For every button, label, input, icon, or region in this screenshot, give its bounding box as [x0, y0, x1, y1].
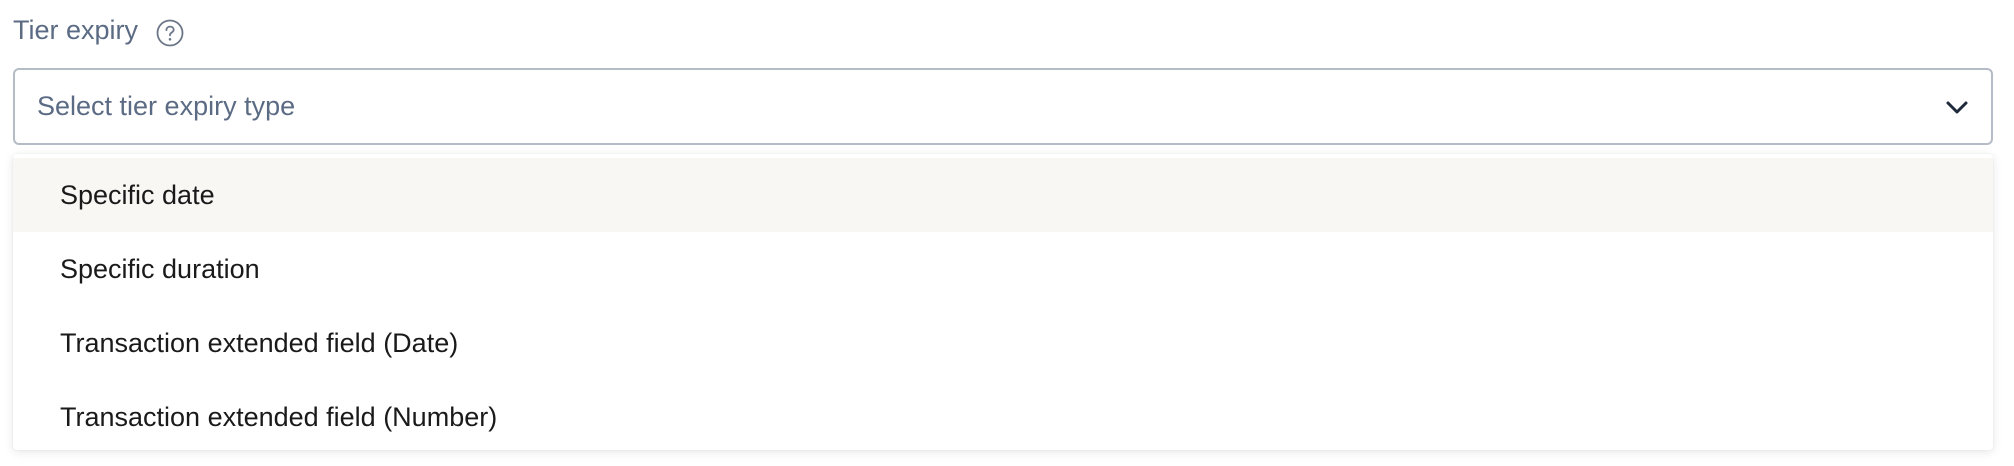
dropdown-menu: Specific date Specific duration Transact… [13, 154, 1993, 450]
option-transaction-extended-field-date[interactable]: Transaction extended field (Date) [13, 306, 1993, 380]
tier-expiry-field: Tier expiry Select tier expiry type Spec… [0, 0, 2014, 466]
option-specific-duration[interactable]: Specific duration [13, 232, 1993, 306]
option-label: Specific date [60, 179, 215, 210]
option-label: Transaction extended field (Date) [60, 327, 459, 358]
option-label: Specific duration [60, 253, 260, 284]
option-transaction-extended-field-number[interactable]: Transaction extended field (Number) [13, 380, 1993, 454]
option-specific-date[interactable]: Specific date [13, 158, 1993, 232]
option-label: Transaction extended field (Number) [60, 401, 498, 432]
chevron-down-icon[interactable] [1941, 91, 1973, 123]
question-circle-icon[interactable] [154, 17, 186, 49]
select-placeholder: Select tier expiry type [37, 91, 296, 121]
field-label: Tier expiry [13, 15, 139, 45]
field-label-row: Tier expiry [13, 10, 186, 50]
tier-expiry-select[interactable]: Select tier expiry type [13, 68, 1993, 145]
